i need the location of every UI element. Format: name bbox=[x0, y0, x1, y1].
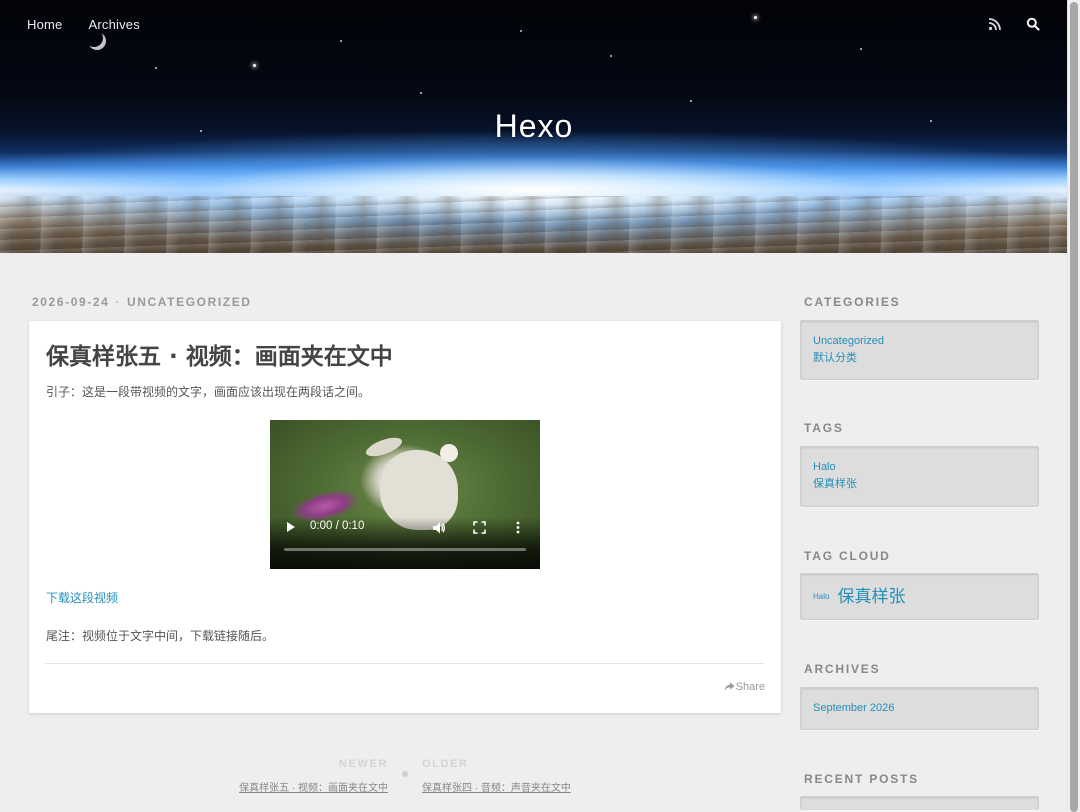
tag-cloud-widget: Halo 保真样张 bbox=[800, 573, 1039, 620]
pager-dot bbox=[402, 771, 408, 777]
meta-separator: · bbox=[115, 295, 121, 309]
archives-title: ARCHIVES bbox=[804, 662, 881, 676]
video-player[interactable]: 0:00 / 0:10 bbox=[270, 420, 540, 569]
categories-title: CATEGORIES bbox=[804, 295, 901, 309]
banner-star bbox=[420, 92, 422, 94]
page-scrollbar[interactable] bbox=[1067, 0, 1080, 812]
banner-earth-clouds bbox=[0, 196, 1068, 253]
nav-link-home[interactable]: Home bbox=[27, 17, 62, 32]
banner-star bbox=[520, 30, 522, 32]
banner-moon bbox=[88, 32, 106, 50]
more-options-icon[interactable] bbox=[516, 521, 520, 539]
categories-widget: Uncategorized 默认分类 bbox=[800, 320, 1039, 380]
site-title[interactable]: Hexo bbox=[0, 108, 1068, 145]
tag-link[interactable]: 保真样张 bbox=[813, 476, 1026, 493]
scrollbar-thumb[interactable] bbox=[1070, 2, 1078, 812]
banner-star bbox=[610, 55, 612, 57]
tags-widget: Halo 保真样张 bbox=[800, 446, 1039, 507]
volume-icon[interactable] bbox=[432, 521, 446, 540]
video-time: 0:00 / 0:10 bbox=[310, 520, 365, 532]
recent-posts-widget bbox=[800, 796, 1039, 810]
banner-star bbox=[155, 67, 157, 69]
search-icon[interactable] bbox=[1026, 17, 1040, 31]
newer-post-link[interactable]: 保真样张五 · 视频：画面夹在文中 bbox=[239, 779, 388, 794]
share-icon bbox=[724, 682, 735, 691]
tag-link[interactable]: Halo bbox=[813, 459, 1026, 476]
video-progress-bar[interactable] bbox=[284, 548, 526, 551]
banner-star bbox=[754, 16, 757, 19]
older-post-link[interactable]: 保真样张四 · 音频：声音夹在文中 bbox=[422, 779, 571, 794]
header-actions bbox=[988, 17, 1040, 31]
video-frame-bunny-tail bbox=[440, 444, 458, 462]
share-label: Share bbox=[735, 681, 765, 693]
article-card: 保真样张五 · 视频：画面夹在文中 引子：这是一段带视频的文字，画面应该出现在两… bbox=[29, 321, 781, 713]
tags-title: TAGS bbox=[804, 421, 844, 435]
category-link[interactable]: Uncategorized bbox=[813, 333, 1026, 350]
archive-link[interactable]: September 2026 bbox=[813, 700, 1026, 717]
recent-posts-title: RECENT POSTS bbox=[804, 772, 919, 786]
archives-widget: September 2026 bbox=[800, 687, 1039, 730]
article-date[interactable]: 2026-09-24 bbox=[32, 295, 109, 309]
play-icon[interactable] bbox=[287, 522, 295, 532]
article-intro: 引子：这是一段带视频的文字，画面应该出现在两段话之间。 bbox=[46, 385, 371, 399]
category-link[interactable]: 默认分类 bbox=[813, 350, 1026, 367]
banner-star bbox=[340, 40, 342, 42]
article-divider bbox=[45, 663, 764, 664]
article-title[interactable]: 保真样张五 · 视频：画面夹在文中 bbox=[46, 337, 393, 371]
article-category[interactable]: UNCATEGORIZED bbox=[127, 295, 252, 309]
banner-star bbox=[860, 48, 862, 50]
banner-star bbox=[690, 100, 692, 102]
banner-star bbox=[253, 64, 256, 67]
tag-cloud-link[interactable]: Halo bbox=[813, 588, 829, 605]
main-nav: Home Archives bbox=[27, 17, 140, 32]
article-meta: 2026-09-24 · UNCATEGORIZED bbox=[32, 295, 252, 309]
nav-link-archives[interactable]: Archives bbox=[88, 17, 139, 32]
download-video-link[interactable]: 下载这段视频 bbox=[46, 589, 118, 606]
rss-icon[interactable] bbox=[988, 17, 1002, 31]
older-label: OLDER bbox=[422, 758, 469, 770]
tag-cloud-title: TAG CLOUD bbox=[804, 549, 891, 563]
fullscreen-icon[interactable] bbox=[473, 521, 486, 539]
share-button[interactable]: Share bbox=[724, 681, 765, 693]
newer-label: NEWER bbox=[339, 758, 388, 770]
header-banner: Home Archives Hexo bbox=[0, 0, 1068, 253]
article-footnote: 尾注：视频位于文字中间，下载链接随后。 bbox=[46, 629, 275, 643]
tag-cloud-link[interactable]: 保真样张 bbox=[837, 588, 905, 605]
